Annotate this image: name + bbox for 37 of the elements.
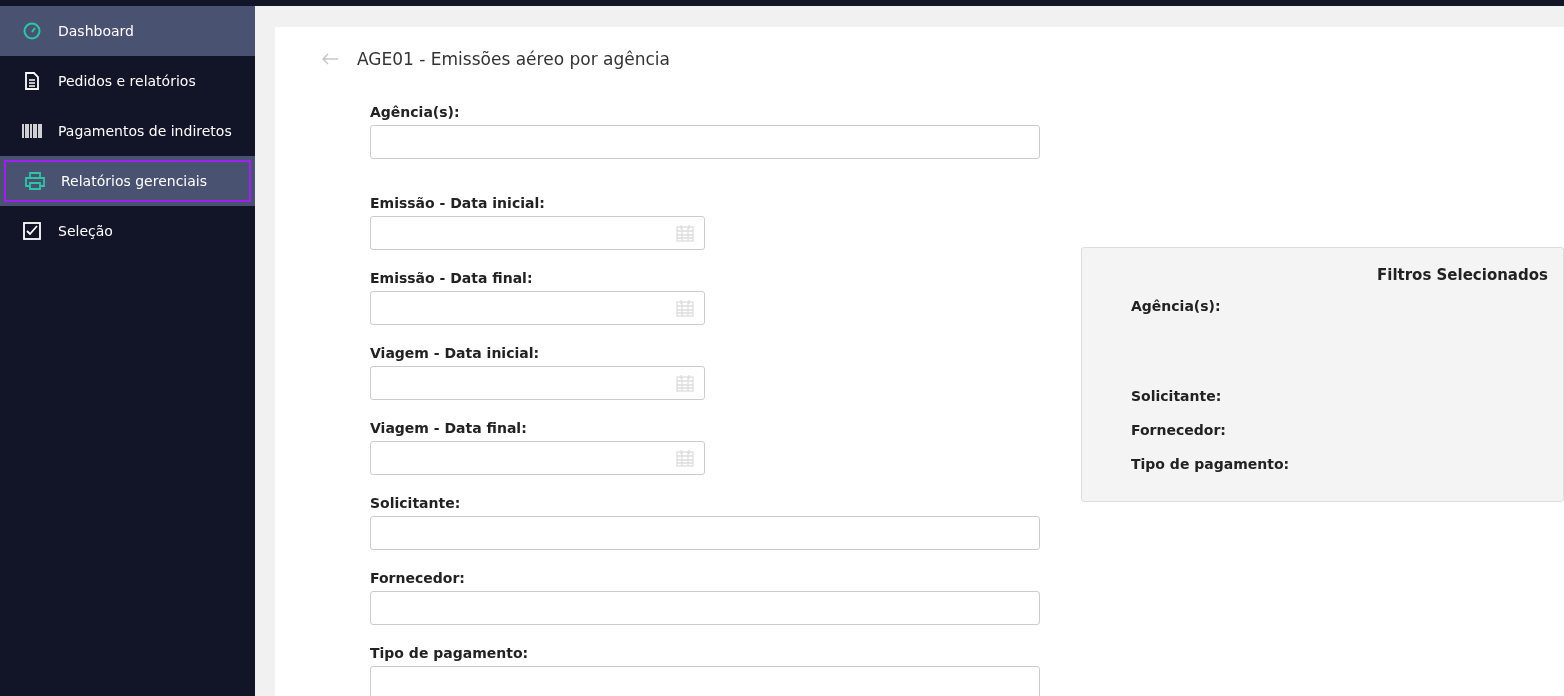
field-label: Emissão - Data inicial: <box>370 195 546 211</box>
field-label: Agência(s): <box>370 104 461 120</box>
filter-label: Fornecedor: <box>1131 422 1226 438</box>
field-label: Emissão - Data final: <box>370 270 534 286</box>
filter-label: Solicitante: <box>1131 388 1222 404</box>
calendar-icon <box>676 449 694 467</box>
checkbox-icon <box>22 222 42 240</box>
document-icon <box>22 72 42 90</box>
date-field[interactable] <box>370 441 705 475</box>
calendar-icon <box>676 374 694 392</box>
input-field[interactable] <box>370 125 1040 159</box>
back-arrow-icon[interactable] <box>321 53 339 65</box>
field-label: Viagem - Data inicial: <box>370 345 541 361</box>
panel-title: Filtros Selecionados <box>1377 266 1549 284</box>
input-field[interactable] <box>370 591 1040 625</box>
field-label: Tipo de pagamento: <box>370 645 530 661</box>
input-field[interactable] <box>370 516 1040 550</box>
field-label: Viagem - Data final: <box>370 420 528 436</box>
calendar-icon <box>676 224 694 242</box>
printer-icon <box>25 172 45 190</box>
field-label: Solicitante: <box>370 495 462 511</box>
date-field[interactable] <box>370 366 705 400</box>
sidebar-item[interactable]: Dashboard <box>0 6 255 56</box>
barcode-icon <box>22 124 42 138</box>
calendar-icon <box>676 299 694 317</box>
date-field[interactable] <box>370 291 705 325</box>
date-field[interactable] <box>370 216 705 250</box>
filter-label: Agência(s): <box>1131 298 1221 314</box>
sidebar-item[interactable]: Pagamentos de indiretos <box>0 106 255 156</box>
filter-label: Tipo de pagamento: <box>1131 456 1290 472</box>
gauge-icon <box>22 22 42 40</box>
field-label: Fornecedor: <box>370 570 466 586</box>
page-title: AGE01 - Emissões aéreo por agência <box>357 49 670 69</box>
input-field[interactable] <box>370 666 1040 696</box>
sidebar-item[interactable]: Relatórios gerenciais <box>0 156 255 206</box>
sidebar-item[interactable]: Seleção <box>0 206 255 256</box>
sidebar-item[interactable]: Pedidos e relatórios <box>0 56 255 106</box>
